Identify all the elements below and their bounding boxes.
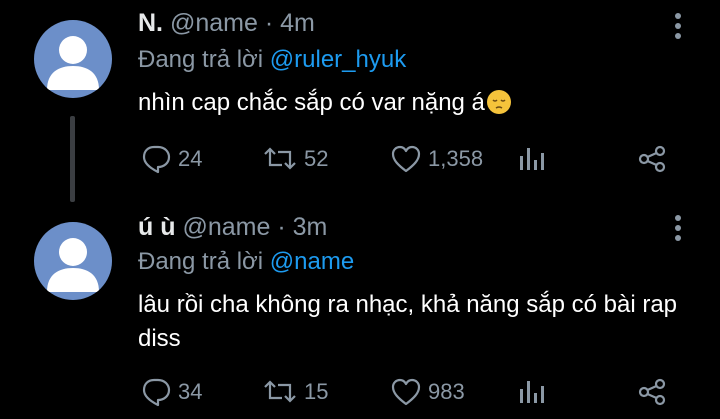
tweet-text: nhìn cap chắc sắp có var nặng á [138,86,698,120]
display-name[interactable]: ú ù [138,213,176,241]
analytics-icon [520,148,544,170]
replying-to-label: Đang trả lời [138,46,264,73]
display-name[interactable]: N. [138,9,163,37]
thread-connector-line [70,116,75,202]
pensive-face-icon [486,90,511,114]
like-count: 983 [428,379,465,404]
retweet-count: 52 [304,146,329,171]
handle[interactable]: @name [182,213,270,241]
mention-link[interactable]: @name [270,248,354,275]
more-options-icon[interactable] [666,12,690,42]
reply-icon [142,145,171,174]
reply-icon [142,378,171,407]
tweet-text: lâu rồi cha không ra nhạc, khả năng sắp … [138,291,678,352]
share-button[interactable] [636,377,668,407]
retweet-button[interactable]: 15 [262,377,328,407]
retweet-count: 15 [304,379,329,404]
analytics-button[interactable] [516,377,546,407]
separator: · [277,213,286,241]
reply-count: 24 [178,146,203,171]
replying-to-label: Đang trả lời [138,248,264,275]
replying-to: Đang trả lời @name [138,248,354,276]
share-icon [638,145,666,173]
retweet-icon [264,380,296,403]
like-button[interactable]: 1,358 [390,144,483,174]
reply-button[interactable]: 34 [140,377,202,407]
tweet-header: N. @name · 4m [138,8,315,38]
analytics-button[interactable] [516,144,546,174]
tweet-text-content: nhìn cap chắc sắp có var nặng á [138,89,485,116]
like-button[interactable]: 983 [390,377,465,407]
timestamp[interactable]: 3m [293,213,328,241]
reply-button[interactable]: 24 [140,144,202,174]
tweet-header: ú ù @name · 3m [138,212,327,242]
share-icon [638,378,666,406]
share-button[interactable] [636,144,668,174]
avatar[interactable] [34,20,112,98]
analytics-icon [520,381,544,403]
mention-link[interactable]: @ruler_hyuk [270,46,406,73]
default-avatar-icon [47,36,99,90]
tweet-actions: 24 52 1,358 [140,144,680,174]
timestamp[interactable]: 4m [280,9,315,37]
retweet-icon [264,147,296,170]
like-count: 1,358 [428,146,484,171]
replying-to: Đang trả lời @ruler_hyuk [138,46,406,74]
retweet-button[interactable]: 52 [262,144,328,174]
handle[interactable]: @name [170,9,258,37]
like-icon [391,145,421,173]
avatar[interactable] [34,222,112,300]
default-avatar-icon [47,238,99,292]
like-icon [391,378,421,406]
more-options-icon[interactable] [666,214,690,244]
reply-count: 34 [178,379,203,404]
tweet-actions: 34 15 983 [140,377,680,407]
separator: · [264,9,274,37]
